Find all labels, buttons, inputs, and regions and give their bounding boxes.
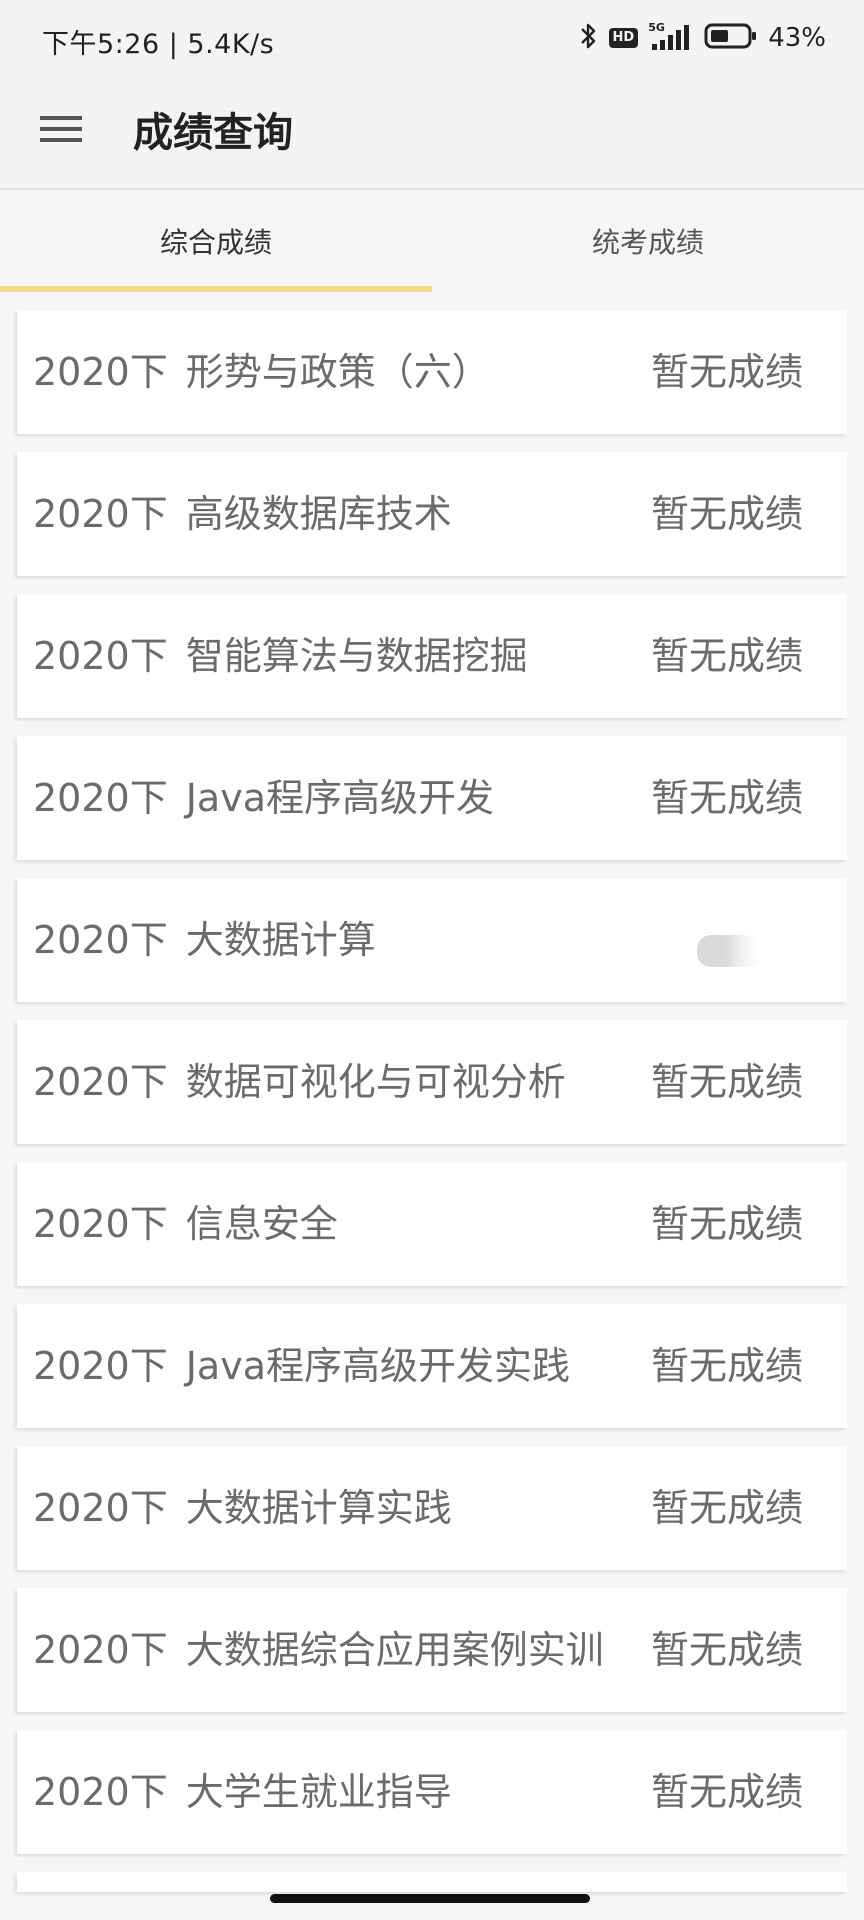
battery-icon (704, 22, 758, 54)
course-score: 暂无成绩 (650, 350, 803, 394)
signal-icon: 5G (648, 22, 694, 54)
course-score: 暂无成绩 (650, 1486, 803, 1530)
course-term: 2020下 (33, 1344, 168, 1388)
list-item[interactable]: 2020下 大数据计算 (17, 878, 847, 1002)
course-title: 2020下 形势与政策（六） (33, 310, 490, 434)
course-name: 智能算法与数据挖掘 (185, 634, 528, 678)
course-term: 2020下 (33, 776, 168, 820)
course-name: Java程序高级开发 (185, 776, 494, 820)
course-title: 2020下 Java程序高级开发 (33, 736, 494, 860)
course-term: 2020下 (33, 1202, 168, 1246)
tab-unified-exam-scores[interactable]: 统考成绩 (432, 190, 864, 292)
course-term: 2020下 (33, 350, 168, 394)
battery-percent: 43% (768, 23, 826, 53)
course-name: 大学生就业指导 (185, 1770, 452, 1814)
course-score: 暂无成绩 (650, 634, 803, 678)
list-item-partial[interactable] (17, 1872, 847, 1892)
menu-icon[interactable] (40, 108, 82, 150)
course-name: Java程序高级开发实践 (185, 1344, 570, 1388)
course-title: 2020下 数据可视化与可视分析 (33, 1020, 566, 1144)
course-title: 2020下 大数据综合应用案例实训 (33, 1588, 604, 1712)
course-name: 信息安全 (185, 1202, 338, 1246)
list-item[interactable]: 2020下 高级数据库技术 暂无成绩 (17, 452, 847, 576)
course-score: 暂无成绩 (650, 1770, 803, 1814)
tab-label: 统考成绩 (591, 226, 704, 259)
course-term: 2020下 (33, 492, 168, 536)
course-score: 暂无成绩 (650, 1628, 803, 1672)
app-bar: 成绩查询 (0, 72, 864, 188)
hd-badge: HD (608, 28, 639, 48)
course-name: 大数据计算 (185, 918, 376, 962)
course-name: 大数据综合应用案例实训 (185, 1628, 604, 1672)
course-term: 2020下 (33, 634, 168, 678)
course-title: 2020下 高级数据库技术 (33, 452, 452, 576)
page-title: 成绩查询 (133, 110, 293, 156)
course-term: 2020下 (33, 1628, 168, 1672)
course-term: 2020下 (33, 1770, 168, 1814)
status-bar: 下午5:26 | 5.4K/s HD 5G 43% (0, 0, 864, 72)
course-score: 暂无成绩 (650, 1202, 803, 1246)
course-title: 2020下 信息安全 (33, 1162, 338, 1286)
tab-label: 综合成绩 (159, 226, 272, 259)
course-title: 2020下 大学生就业指导 (33, 1730, 452, 1854)
course-score: 暂无成绩 (650, 492, 803, 536)
list-item[interactable]: 2020下 大学生就业指导 暂无成绩 (17, 1730, 847, 1854)
list-item[interactable]: 2020下 智能算法与数据挖掘 暂无成绩 (17, 594, 847, 718)
course-score: 暂无成绩 (650, 1060, 803, 1104)
course-title: 2020下 大数据计算实践 (33, 1446, 452, 1570)
course-name: 数据可视化与可视分析 (185, 1060, 566, 1104)
course-name: 高级数据库技术 (185, 492, 452, 536)
course-list: 2020下 形势与政策（六） 暂无成绩 2020下 高级数据库技术 暂无成绩 202… (17, 310, 847, 1910)
bluetooth-icon (579, 20, 599, 56)
tab-indicator (0, 286, 432, 292)
course-term: 2020下 (33, 918, 168, 962)
course-score: 暂无成绩 (650, 776, 803, 820)
gesture-nav-handle[interactable] (270, 1894, 590, 1903)
list-item[interactable]: 2020下 信息安全 暂无成绩 (17, 1162, 847, 1286)
course-term: 2020下 (33, 1486, 168, 1530)
list-item[interactable]: 2020下 Java程序高级开发 暂无成绩 (17, 736, 847, 860)
course-title: 2020下 智能算法与数据挖掘 (33, 594, 528, 718)
loading-placeholder (697, 935, 759, 967)
list-item[interactable]: 2020下 大数据计算实践 暂无成绩 (17, 1446, 847, 1570)
tab-composite-scores[interactable]: 综合成绩 (0, 190, 432, 292)
list-item[interactable]: 2020下 Java程序高级开发实践 暂无成绩 (17, 1304, 847, 1428)
course-title: 2020下 大数据计算 (33, 878, 376, 1002)
tab-bar: 综合成绩 统考成绩 (0, 190, 864, 292)
list-item[interactable]: 2020下 形势与政策（六） 暂无成绩 (17, 310, 847, 434)
course-name: 大数据计算实践 (185, 1486, 452, 1530)
course-term: 2020下 (33, 1060, 168, 1104)
list-item[interactable]: 2020下 数据可视化与可视分析 暂无成绩 (17, 1020, 847, 1144)
course-title: 2020下 Java程序高级开发实践 (33, 1304, 570, 1428)
list-item[interactable]: 2020下 大数据综合应用案例实训 暂无成绩 (17, 1588, 847, 1712)
course-name: 形势与政策（六） (185, 350, 490, 394)
status-icons: HD 5G 43% (579, 20, 826, 56)
status-time-speed: 下午5:26 | 5.4K/s (42, 29, 275, 60)
course-score: 暂无成绩 (650, 1344, 803, 1388)
